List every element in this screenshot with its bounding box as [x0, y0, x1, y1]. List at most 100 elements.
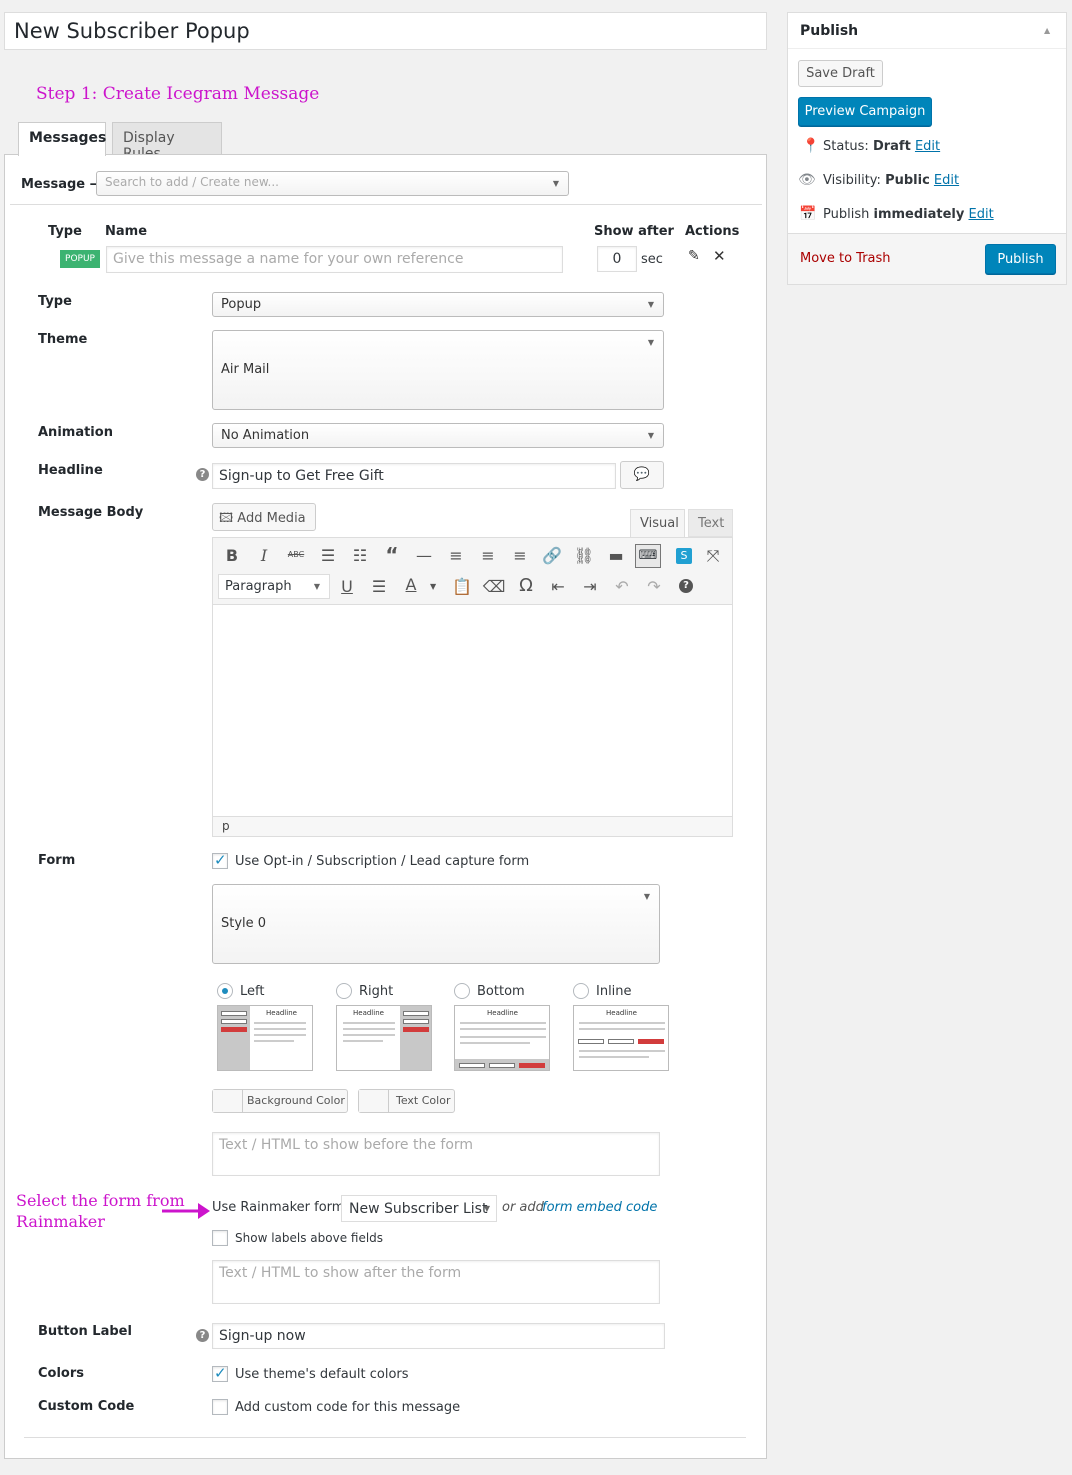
position-inline-radio[interactable]: [573, 983, 589, 999]
bullet-list-icon[interactable]: ☰: [316, 546, 340, 565]
rainmaker-value: New Subscriber List: [349, 1201, 488, 1217]
button-label-label: Button Label: [38, 1324, 132, 1339]
fullscreen-icon[interactable]: ⤧: [701, 546, 725, 566]
outdent-icon[interactable]: ⇤: [546, 577, 570, 596]
show-after-unit: sec: [641, 252, 663, 267]
help-icon[interactable]: ?: [679, 579, 693, 593]
headline-input[interactable]: Sign-up to Get Free Gift: [212, 463, 616, 489]
animation-select[interactable]: No Animation ▼: [212, 423, 664, 448]
button-label-input[interactable]: Sign-up now: [212, 1323, 665, 1349]
editor-tab-text[interactable]: Text: [688, 509, 733, 537]
message-name-input[interactable]: Give this message a name for your own re…: [106, 246, 563, 273]
publish-button[interactable]: Publish: [985, 244, 1056, 274]
before-form-textarea[interactable]: Text / HTML to show before the form: [212, 1132, 660, 1176]
editor-content[interactable]: [213, 606, 732, 816]
text-color-icon[interactable]: A: [399, 575, 423, 594]
tab-messages[interactable]: Messages: [18, 122, 106, 156]
theme-select[interactable]: Air Mail ▼: [212, 330, 664, 410]
strikethrough-icon[interactable]: ABC: [284, 550, 308, 559]
title-input[interactable]: New Subscriber Popup: [4, 12, 767, 50]
tab-display-rules[interactable]: Display Rules: [112, 122, 222, 162]
pin-icon: 📍: [802, 138, 820, 154]
show-labels-checkbox[interactable]: [212, 1230, 228, 1246]
show-after-input[interactable]: 0: [597, 246, 637, 272]
name-placeholder: Give this message a name for your own re…: [113, 251, 464, 267]
divider: [788, 48, 1066, 49]
underline-icon[interactable]: U: [335, 577, 359, 596]
position-right-radio[interactable]: [336, 983, 352, 999]
italic-icon[interactable]: I: [252, 546, 276, 565]
custom-code-checkbox[interactable]: [212, 1399, 228, 1415]
align-left-icon[interactable]: ≡: [444, 546, 468, 565]
theme-value: Air Mail: [221, 362, 270, 377]
col-show-after: Show after: [594, 224, 674, 239]
position-bottom-radio[interactable]: [454, 983, 470, 999]
align-center-icon[interactable]: ≡: [476, 546, 500, 565]
omega-icon[interactable]: Ω: [514, 575, 538, 596]
background-color-label: Background Color: [247, 1094, 345, 1107]
horizontal-rule-icon[interactable]: —: [412, 546, 436, 565]
redo-icon[interactable]: ↷: [642, 577, 666, 596]
thumb-bottom[interactable]: Headline: [454, 1005, 550, 1071]
pencil-icon[interactable]: ✎: [688, 248, 700, 264]
default-colors-checkbox[interactable]: [212, 1364, 228, 1382]
add-media-button[interactable]: 🖾 Add Media: [212, 503, 316, 531]
paste-text-icon[interactable]: 📋: [450, 577, 474, 596]
blockquote-icon[interactable]: “: [380, 543, 404, 567]
chevron-down-icon: ▼: [647, 300, 654, 309]
type-select[interactable]: Popup ▼: [212, 292, 664, 317]
form-label: Form: [38, 853, 76, 868]
show-labels-label: Show labels above fields: [235, 1231, 384, 1245]
editor-tab-visual[interactable]: Visual: [630, 509, 685, 538]
after-form-placeholder: Text / HTML to show after the form: [219, 1265, 462, 1281]
thumb-right[interactable]: Headline: [336, 1005, 432, 1071]
save-draft-button[interactable]: Save Draft: [798, 60, 883, 87]
numbered-list-icon[interactable]: ☷: [348, 546, 372, 565]
add-media-label: Add Media: [237, 511, 306, 526]
visibility-value: Public: [885, 173, 930, 188]
chevron-down-icon: ▼: [552, 179, 559, 188]
background-color-button[interactable]: Background Color: [212, 1089, 348, 1113]
thumb-left[interactable]: Headline: [217, 1005, 313, 1071]
help-icon[interactable]: ?: [196, 1329, 209, 1342]
style-select[interactable]: Style 0 ▼: [212, 884, 660, 964]
link-icon[interactable]: 🔗: [540, 546, 564, 565]
indent-icon[interactable]: ⇥: [578, 577, 602, 596]
position-left-radio[interactable]: [217, 983, 233, 999]
paragraph-value: Paragraph: [225, 579, 292, 594]
animation-label: Animation: [38, 425, 113, 440]
align-right-icon[interactable]: ≡: [508, 546, 532, 565]
plugin-icon[interactable]: S: [676, 548, 692, 564]
justify-icon[interactable]: ☰: [367, 577, 391, 596]
paragraph-select[interactable]: Paragraph ▼: [218, 574, 330, 599]
undo-icon[interactable]: ↶: [610, 577, 634, 596]
visibility-edit-link[interactable]: Edit: [934, 173, 959, 188]
help-icon[interactable]: ?: [196, 468, 209, 481]
style-value: Style 0: [221, 916, 267, 931]
read-more-icon[interactable]: ▬: [604, 546, 628, 565]
speech-bubble-icon[interactable]: 💬: [620, 461, 664, 489]
message-search-select[interactable]: Search to add / Create new... ▼: [96, 171, 569, 196]
unlink-icon[interactable]: ⛓: [572, 546, 596, 565]
preview-campaign-button[interactable]: Preview Campaign: [798, 97, 932, 126]
close-icon[interactable]: ✕: [713, 247, 726, 265]
text-color-button[interactable]: Text Color: [358, 1089, 455, 1113]
thumb-inline[interactable]: Headline: [573, 1005, 669, 1071]
optin-checkbox[interactable]: [212, 851, 228, 869]
move-to-trash-link[interactable]: Move to Trash: [800, 251, 891, 266]
schedule-edit-link[interactable]: Edit: [969, 207, 994, 222]
message-search-placeholder: Search to add / Create new...: [105, 175, 279, 189]
status-edit-link[interactable]: Edit: [915, 139, 940, 154]
position-right-label: Right: [359, 984, 394, 999]
chevron-down-icon[interactable]: ▼: [430, 582, 436, 591]
rainmaker-select[interactable]: New Subscriber List ▼: [341, 1195, 497, 1222]
embed-code-link[interactable]: form embed code: [542, 1200, 657, 1215]
collapse-icon[interactable]: ▲: [1044, 26, 1050, 35]
type-label: Type: [38, 294, 72, 309]
eraser-icon[interactable]: ⌫: [482, 577, 506, 596]
editor-path: p: [213, 816, 732, 836]
default-colors-label: Use theme's default colors: [235, 1367, 409, 1382]
after-form-textarea[interactable]: Text / HTML to show after the form: [212, 1260, 660, 1304]
bold-icon[interactable]: B: [220, 546, 244, 565]
keyboard-icon[interactable]: ⌨: [635, 544, 661, 568]
